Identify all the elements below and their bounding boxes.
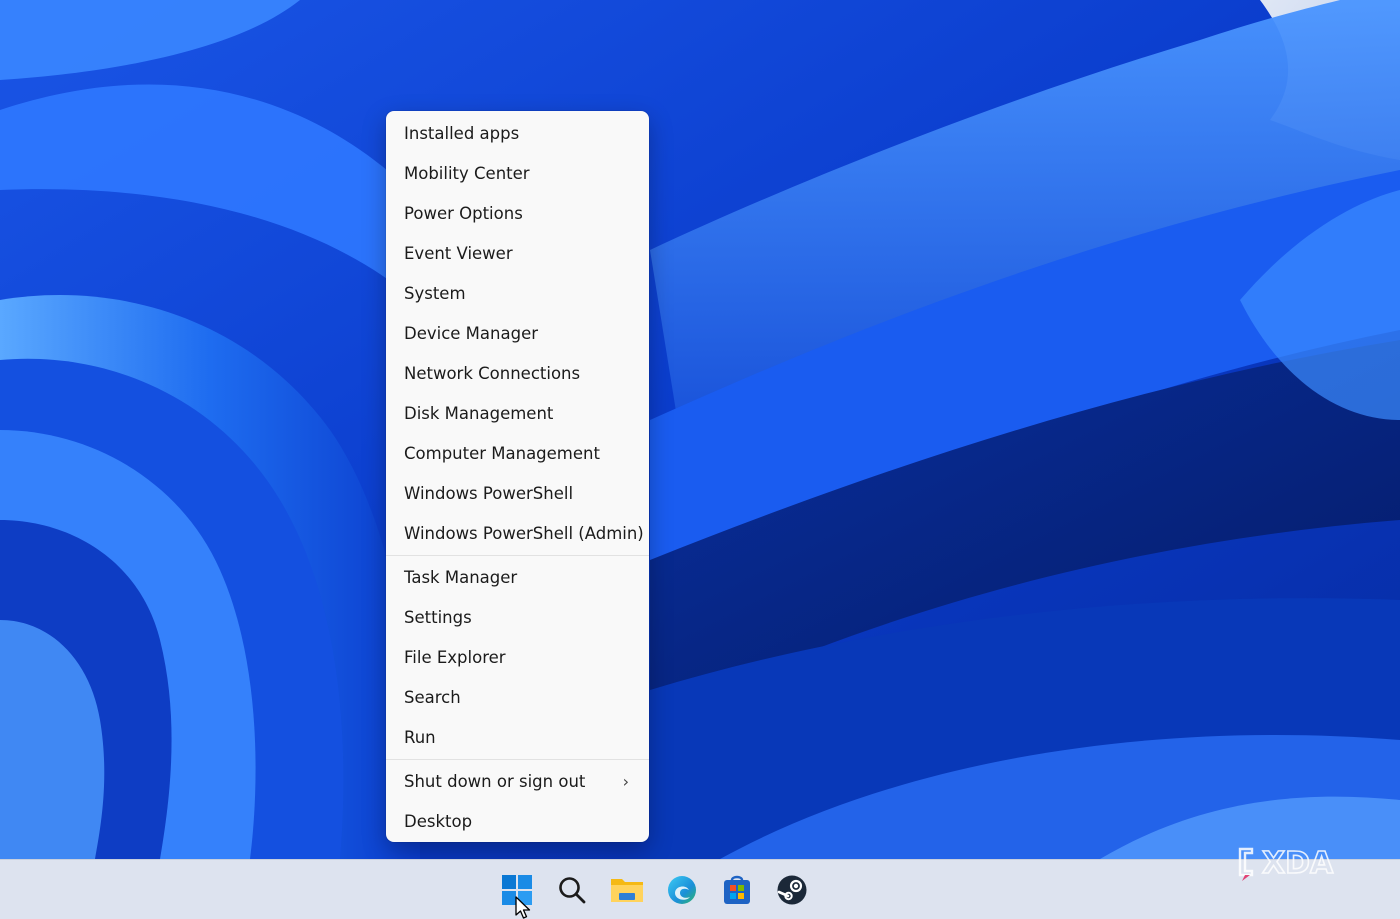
menu-item-mobility-center[interactable]: Mobility Center [386,154,649,194]
menu-item-label: Installed apps [404,124,520,143]
menu-item-label: Desktop [404,812,473,831]
desktop: Installed apps Mobility Center Power Optio… [0,0,1400,919]
winx-context-menu: Installed apps Mobility Center Power Optio… [386,111,649,842]
microsoft-store-icon[interactable] [717,871,757,909]
menu-item-settings[interactable]: Settings [386,598,649,638]
menu-separator [386,555,649,556]
menu-item-power-options[interactable]: Power Options [386,194,649,234]
menu-item-task-manager[interactable]: Task Manager [386,558,649,598]
wallpaper [0,0,1400,859]
menu-item-file-explorer[interactable]: File Explorer [386,638,649,678]
menu-item-label: Mobility Center [404,164,530,183]
search-icon[interactable] [552,871,592,909]
menu-item-windows-powershell[interactable]: Windows PowerShell [386,474,649,514]
edge-icon[interactable] [662,871,702,909]
menu-item-system[interactable]: System [386,274,649,314]
menu-item-search[interactable]: Search [386,678,649,718]
mouse-cursor-icon [515,896,531,919]
menu-item-label: Windows PowerShell (Admin) [404,524,644,543]
menu-item-device-manager[interactable]: Device Manager [386,314,649,354]
menu-item-label: Run [404,728,436,747]
menu-item-network-connections[interactable]: Network Connections [386,354,649,394]
menu-item-label: Network Connections [404,364,581,383]
menu-item-installed-apps[interactable]: Installed apps [386,114,649,154]
steam-icon[interactable] [772,871,812,909]
menu-item-event-viewer[interactable]: Event Viewer [386,234,649,274]
menu-item-label: Search [404,688,461,707]
watermark-text: XDA [1262,846,1334,881]
menu-item-computer-management[interactable]: Computer Management [386,434,649,474]
xda-watermark: XDA [1236,843,1370,882]
menu-item-label: Settings [404,608,472,627]
menu-item-label: Windows PowerShell [404,484,574,503]
file-explorer-icon[interactable] [607,871,647,909]
menu-item-run[interactable]: Run [386,718,649,758]
menu-item-label: Shut down or sign out [404,772,586,791]
taskbar [0,859,1400,919]
menu-item-label: Power Options [404,204,523,223]
menu-item-label: Event Viewer [404,244,513,263]
menu-item-label: Device Manager [404,324,538,343]
menu-item-shut-down-or-sign-out[interactable]: Shut down or sign out › [386,762,649,802]
chevron-right-icon: › [622,772,629,791]
menu-item-label: Task Manager [404,568,518,587]
menu-item-disk-management[interactable]: Disk Management [386,394,649,434]
menu-item-label: Disk Management [404,404,554,423]
menu-item-windows-powershell-admin[interactable]: Windows PowerShell (Admin) [386,514,649,554]
menu-item-label: File Explorer [404,648,506,667]
menu-separator [386,759,649,760]
menu-item-label: System [404,284,466,303]
menu-item-desktop[interactable]: Desktop [386,802,649,842]
menu-item-label: Computer Management [404,444,600,463]
